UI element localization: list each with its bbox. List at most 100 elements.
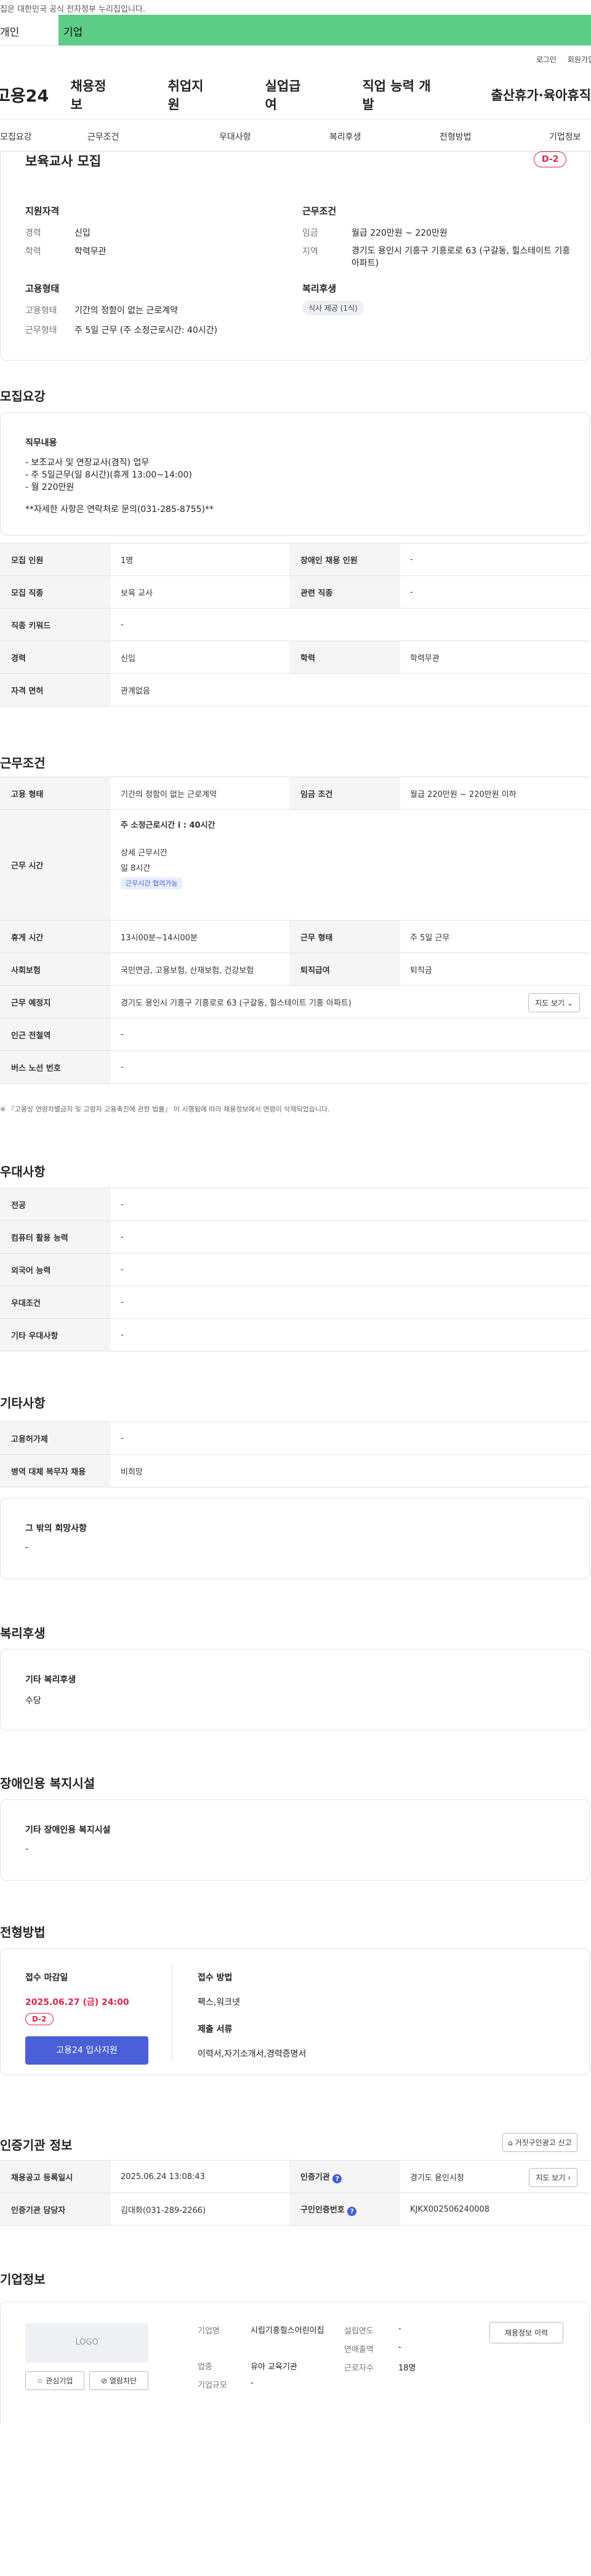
career-value: 신입 — [74, 228, 90, 238]
area-value: 경기도 용인시 기흥구 기흥로로 63 (구갈동, 힐스테이트 기흥 아파트) — [352, 246, 571, 268]
table-header-cell: 장애인 채용 인원 — [289, 543, 400, 576]
table-row: 자격 면허 관계없음 — [0, 673, 590, 706]
disability-card: 기타 장애인용 복지시설 - — [0, 1799, 590, 1881]
table-cell: - — [111, 1422, 590, 1455]
subnav-preference[interactable]: 우대사항 — [219, 130, 251, 143]
table-row: 모집 직종 보육 교사 관련 직종 - — [0, 575, 590, 609]
table-cell: - — [111, 1050, 590, 1084]
block-button[interactable]: ⊘ 열람차단 — [89, 2371, 148, 2390]
table-header-cell: 근무 형태 — [289, 920, 400, 953]
company-card: LOGO ☆ 관심기업 ⊘ 열람차단 기업명 시립기흥힐스어린이집 업종 유아 … — [0, 2302, 590, 2425]
gnb-item-parental-leave[interactable]: 출산휴가·육아휴직 — [491, 86, 591, 104]
fav-company-button[interactable]: ☆ 관심기업 — [25, 2371, 84, 2390]
tab-company[interactable]: 기업 — [58, 15, 591, 46]
apply-button[interactable]: 고용24 입사지원 — [25, 2036, 148, 2065]
method-value: 팩스,워크넷 — [198, 1998, 240, 2007]
table-header-cell: 전공 — [0, 1188, 111, 1221]
site-logo[interactable]: 고용24 — [0, 82, 71, 106]
table-header-cell: 버스 노선 번호 — [0, 1050, 111, 1084]
chevron-down-icon: ⌄ — [566, 999, 573, 1007]
work-section-title: 근무조건 — [0, 756, 46, 770]
welfare-title: 복리후생 — [302, 283, 337, 294]
table-cell: - — [111, 1318, 590, 1351]
table-header-cell: 직종 키워드 — [0, 608, 111, 641]
dday-badge: D-2 — [534, 151, 567, 167]
table-row: 외국어 능력 - — [0, 1253, 590, 1286]
table-cell: 관계없음 — [111, 673, 590, 706]
method-title: 접수 방법 — [198, 1973, 233, 1983]
table-cell: 국민연금, 고용보험, 산재보험, 건강보험 — [111, 953, 289, 986]
size-value: - — [251, 2378, 254, 2388]
address-value: 경기도 용인시 기흥구 기흥로로 63 (구갈동, 힐스테이트 기흥 아파트) — [121, 998, 352, 1008]
benefits-card: 기타 복리후생 수당 — [0, 1649, 590, 1730]
table-cell: - — [111, 1286, 590, 1319]
company-name-value: 시립기흥힐스어린이집 — [251, 2326, 324, 2335]
gnb-item-unemployment-benefit[interactable]: 실업급여 — [265, 76, 311, 113]
sales-label: 연매출액 — [344, 2345, 374, 2354]
table-header-cell: 병역 대체 복무자 채용 — [0, 1454, 111, 1487]
report-button[interactable]: ⌂ 거짓구인광고 신고 — [502, 2133, 577, 2152]
table-row: 병역 대체 복무자 채용 비희망 — [0, 1454, 590, 1487]
table-header-cell: 임금 조건 — [289, 777, 400, 810]
table-header-cell: 근무 시간 — [0, 809, 111, 921]
table-row: 우대조건 - — [0, 1286, 590, 1319]
gnb-item-employment-support[interactable]: 취업지원 — [168, 76, 214, 113]
edu-label: 학력 — [25, 247, 41, 257]
recruit-table: 모집 인원 1명 장애인 채용 인원 - 모집 직종 보육 교사 관련 직종 -… — [0, 543, 590, 706]
info-icon[interactable]: ? — [347, 2206, 357, 2216]
etc-section-title: 기타사항 — [0, 1396, 46, 1410]
table-cell: 1명 — [111, 543, 289, 576]
subnav-recruit[interactable]: 모집요강 — [0, 130, 32, 143]
cert-map-button[interactable]: 지도 보기 › — [529, 2168, 577, 2187]
table-header-cell: 외국어 능력 — [0, 1253, 111, 1286]
table-cell: 경기도 용인시 기흥구 기흥로로 63 (구갈동, 힐스테이트 기흥 아파트) … — [111, 985, 590, 1018]
table-header-cell: 경력 — [0, 641, 111, 674]
weekly-hours: 주 소정근로시간 i : 40시간 — [121, 821, 215, 830]
gov-notice: 이 누리집은 대한민국 공식 전자정부 누리집입니다. — [0, 5, 145, 14]
table-header-cell: 고용 형태 — [0, 777, 111, 810]
gnb-item-jobs[interactable]: 채용정보 — [71, 76, 116, 113]
table-cell: - — [111, 1188, 590, 1221]
duty-card: 직무내용 - 보조교사 및 연장교사(겸직) 업무 - 주 5일근무(일 8시간… — [0, 412, 590, 535]
table-cell: - — [111, 1018, 590, 1051]
chevron-right-icon: › — [568, 2174, 571, 2182]
tab-individual[interactable]: 개인 — [0, 15, 58, 46]
work-title: 근무조건 — [302, 206, 337, 217]
table-header-cell: 근무 예정지 — [0, 985, 111, 1018]
map-button[interactable]: 지도 보기 ⌄ — [528, 993, 580, 1012]
table-header-cell: 휴게 시간 — [0, 920, 111, 953]
subnav-company[interactable]: 기업정보 — [549, 130, 581, 143]
other-wish-card: 그 밖의 희망사항 - — [0, 1498, 590, 1579]
subnav-process[interactable]: 전형방법 — [440, 130, 472, 143]
benefits-card-value: 수당 — [25, 1696, 41, 1706]
cert-table: 채용공고 등록일시 2025.06.24 13:08:43 인증기관 ? 경기도… — [0, 2160, 590, 2226]
login-link[interactable]: 로그인 — [536, 54, 557, 70]
worktype-value: 주 5일 근무 (주 소정근로시간: 40시간) — [74, 326, 218, 335]
table-row: 기타 우대사항 - — [0, 1318, 590, 1351]
table-row: 전공 - — [0, 1188, 590, 1221]
table-cell: KJKX002506240008 — [400, 2193, 590, 2226]
staff-value: 18명 — [398, 2364, 416, 2373]
block-icon: ⊘ — [100, 2377, 108, 2385]
employ-value: 기간의 정함이 없는 근로계약 — [74, 306, 178, 316]
table-header-cell: 우대조건 — [0, 1286, 111, 1319]
edu-value: 학력무관 — [74, 247, 107, 257]
table-row: 경력 신입 학력 학력무관 — [0, 641, 590, 674]
table-cell: - — [111, 1253, 590, 1286]
info-icon[interactable]: ? — [332, 2174, 342, 2183]
disability-card-value: - — [25, 1844, 29, 1854]
join-link[interactable]: 회원가입 — [568, 54, 591, 70]
gnb-item-skill-dev[interactable]: 직업 능력 개발 — [362, 76, 439, 113]
daily-hours: 일 8시간 — [121, 864, 151, 873]
industry-value: 유아 교육기관 — [251, 2362, 297, 2372]
history-button[interactable]: 채용정보 이력 — [489, 2322, 563, 2343]
subnav-work[interactable]: 근무조건 — [87, 130, 119, 143]
subnav-benefits[interactable]: 복리후생 — [329, 130, 361, 143]
disability-card-title: 기타 장애인용 복지시설 — [25, 1825, 111, 1835]
founded-value: - — [398, 2324, 401, 2334]
table-cell: 비희망 — [111, 1454, 590, 1487]
benefits-section-title: 복리후생 — [0, 1626, 46, 1641]
table-header-cell: 채용공고 등록일시 — [0, 2160, 111, 2193]
duty-line-3: - 월 220만원 — [25, 482, 74, 492]
table-header-cell: 고용허가제 — [0, 1422, 111, 1455]
